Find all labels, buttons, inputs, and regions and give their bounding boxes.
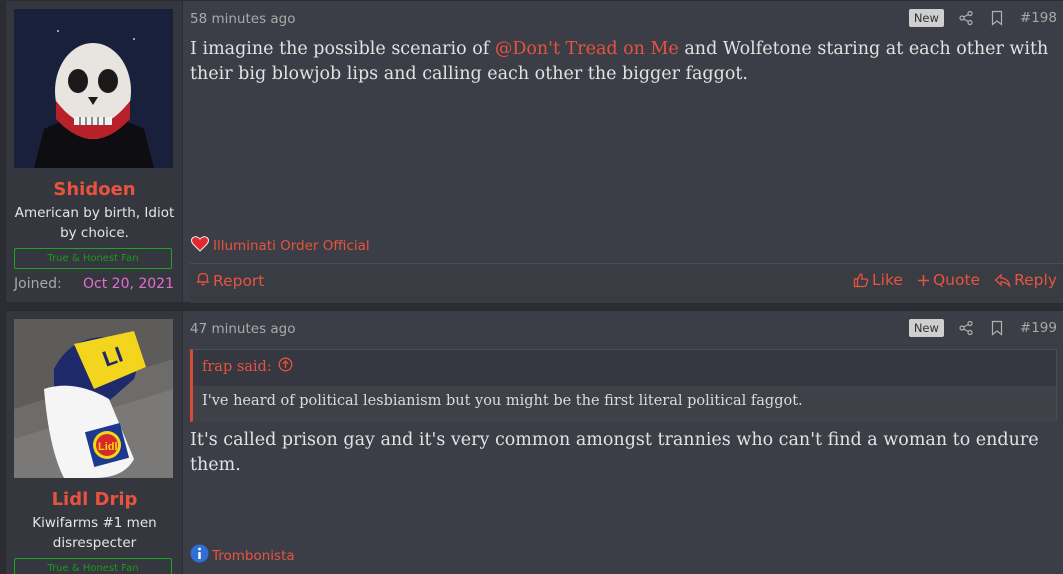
reaction-summary[interactable]: Illuminati Order Official bbox=[190, 234, 370, 258]
reply-icon bbox=[994, 273, 1011, 288]
joined-row: Joined: Oct 20, 2021 bbox=[14, 276, 174, 292]
share-icon[interactable] bbox=[958, 320, 974, 336]
quote-label: Quote bbox=[932, 271, 981, 289]
report-button[interactable]: Report bbox=[196, 271, 264, 290]
svg-text:Lidl: Lidl bbox=[98, 441, 118, 453]
joined-label: Joined: bbox=[14, 276, 62, 292]
share-icon[interactable] bbox=[958, 10, 974, 26]
quote-button[interactable]: Quote bbox=[917, 271, 980, 289]
post-date[interactable]: 58 minutes ago bbox=[190, 11, 296, 27]
post-main: 47 minutes ago New #199 frap said: I've … bbox=[190, 311, 1057, 574]
like-button[interactable]: Like bbox=[853, 271, 903, 289]
heart-icon bbox=[190, 234, 210, 258]
user-title: Kiwifarms #1 men disrespecter bbox=[32, 515, 157, 551]
info-icon bbox=[190, 544, 209, 567]
reply-button[interactable]: Reply bbox=[994, 271, 1057, 289]
like-label: Like bbox=[872, 271, 903, 289]
user-banner: True & Honest Fan bbox=[14, 558, 172, 574]
arrow-up-circle-icon[interactable] bbox=[278, 357, 293, 376]
user-mention[interactable]: @Don't Tread on Me bbox=[495, 39, 679, 59]
user-panel: LI Lidl Lidl Drip Kiwifarms #1 men disre… bbox=[6, 311, 183, 574]
quote-author[interactable]: frap said: bbox=[202, 359, 272, 375]
user-panel: Shidoen American by birth, Idiot by choi… bbox=[6, 1, 183, 302]
bookmark-icon[interactable] bbox=[989, 320, 1005, 336]
report-label: Report bbox=[213, 271, 265, 290]
quote-text: I've heard of political lesbianism but y… bbox=[193, 386, 1056, 422]
post-number[interactable]: #198 bbox=[1020, 10, 1057, 26]
post-date[interactable]: 47 minutes ago bbox=[190, 321, 296, 337]
post-actions-bar: Report Like Quote Reply bbox=[190, 263, 1063, 303]
bookmark-icon[interactable] bbox=[989, 10, 1005, 26]
avatar[interactable] bbox=[14, 9, 173, 168]
reaction-users[interactable]: Trombonista bbox=[212, 548, 295, 564]
post-199: LI Lidl Lidl Drip Kiwifarms #1 men disre… bbox=[5, 310, 1063, 574]
bell-icon bbox=[196, 271, 210, 290]
post-number[interactable]: #199 bbox=[1020, 320, 1057, 336]
user-banner: True & Honest Fan bbox=[14, 248, 172, 269]
user-title: American by birth, Idiot by choice. bbox=[14, 205, 175, 241]
plus-icon bbox=[917, 274, 930, 287]
post-meta: 47 minutes ago New #199 bbox=[190, 319, 1057, 339]
reaction-summary[interactable]: Trombonista bbox=[190, 544, 295, 567]
avatar[interactable]: LI Lidl bbox=[14, 319, 173, 478]
reaction-users[interactable]: Illuminati Order Official bbox=[213, 238, 370, 254]
quote-header[interactable]: frap said: bbox=[202, 357, 293, 376]
reply-label: Reply bbox=[1014, 271, 1057, 289]
thumbs-up-icon bbox=[853, 272, 869, 288]
new-badge: New bbox=[908, 319, 944, 337]
username[interactable]: Shidoen bbox=[6, 179, 183, 200]
quote-block: frap said: I've heard of political lesbi… bbox=[190, 349, 1057, 422]
body-text-start: I imagine the possible scenario of bbox=[190, 39, 495, 59]
post-meta: 58 minutes ago New #198 bbox=[190, 9, 1057, 29]
username[interactable]: Lidl Drip bbox=[6, 489, 183, 510]
post-198: Shidoen American by birth, Idiot by choi… bbox=[5, 0, 1063, 303]
post-body: I imagine the possible scenario of @Don'… bbox=[190, 37, 1057, 87]
post-main: 58 minutes ago New #198 I imagine the po… bbox=[190, 1, 1063, 303]
post-body: It's called prison gay and it's very com… bbox=[190, 430, 1039, 475]
joined-date: Oct 20, 2021 bbox=[83, 276, 174, 292]
new-badge: New bbox=[908, 9, 944, 27]
